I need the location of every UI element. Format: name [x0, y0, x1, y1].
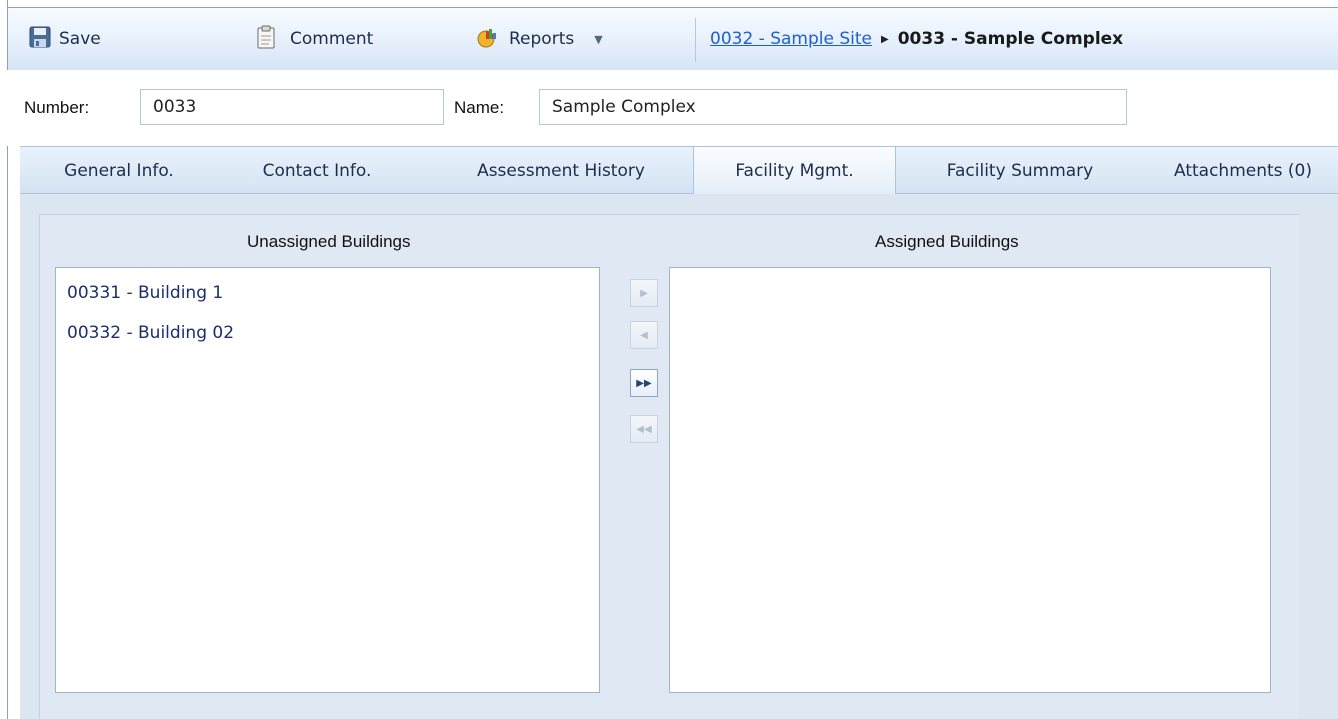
name-value: Sample Complex [552, 97, 696, 117]
list-item[interactable]: 00331 - Building 1 [67, 283, 223, 303]
save-button[interactable]: Save [29, 8, 101, 70]
reports-label: Reports [509, 29, 575, 49]
name-label: Name: [454, 98, 505, 117]
move-left-button[interactable]: ◀ [630, 321, 658, 349]
number-field[interactable]: 0033 [140, 89, 444, 125]
name-field[interactable]: Sample Complex [539, 89, 1127, 125]
tab-label: Contact Info. [262, 160, 372, 181]
move-all-left-button[interactable]: ◀◀ [630, 415, 658, 443]
breadcrumb-arrow-icon: ▶ [881, 33, 889, 45]
toolbar: Save Comment Reports ▼ 0032 - Sample Sit… [8, 8, 1338, 71]
tab-attachments[interactable]: Attachments (0) [1160, 147, 1338, 194]
list-item[interactable]: 00332 - Building 02 [67, 323, 234, 343]
breadcrumb-parent-link[interactable]: 0032 - Sample Site [710, 29, 872, 49]
tab-general-info[interactable]: General Info. [20, 147, 218, 194]
tab-label: Facility Mgmt. [735, 161, 854, 181]
tab-bar: General Info. Contact Info. Assessment H… [20, 146, 1338, 195]
move-all-right-button[interactable]: ▶▶ [630, 369, 658, 397]
tab-label: Assessment History [477, 160, 645, 181]
comment-label: Comment [290, 29, 374, 49]
save-label: Save [59, 29, 101, 49]
toolbar-separator [695, 18, 696, 62]
reports-button[interactable]: Reports ▼ [475, 8, 603, 70]
breadcrumb-current: 0033 - Sample Complex [897, 29, 1124, 49]
facility-mgmt-panel: Unassigned Buildings Assigned Buildings … [39, 214, 1299, 719]
chevron-down-icon[interactable]: ▼ [594, 33, 602, 46]
unassigned-buildings-title: Unassigned Buildings [247, 232, 411, 251]
double-arrow-right-icon: ▶▶ [636, 377, 652, 389]
tab-content: Unassigned Buildings Assigned Buildings … [20, 194, 1338, 719]
number-value: 0033 [153, 97, 197, 117]
tab-label: Attachments (0) [1174, 160, 1313, 181]
breadcrumb: 0032 - Sample Site ▶ 0033 - Sample Compl… [710, 8, 1123, 70]
unassigned-buildings-list[interactable]: 00331 - Building 1 00332 - Building 02 [55, 267, 600, 693]
tab-contact-info[interactable]: Contact Info. [227, 147, 407, 194]
tab-label: General Info. [64, 160, 174, 181]
tab-facility-summary[interactable]: Facility Summary [910, 147, 1130, 194]
assigned-buildings-list[interactable] [669, 267, 1271, 693]
comment-button[interactable]: Comment [256, 8, 373, 70]
double-arrow-left-icon: ◀◀ [636, 423, 652, 435]
save-icon [29, 26, 51, 53]
reports-icon [475, 26, 501, 53]
move-right-button[interactable]: ▶ [630, 279, 658, 307]
header-fields: Number: 0033 Name: Sample Complex [0, 70, 1338, 146]
number-label: Number: [24, 98, 90, 117]
clipboard-icon [256, 25, 276, 54]
assigned-buildings-title: Assigned Buildings [875, 232, 1019, 251]
tab-label: Facility Summary [946, 160, 1094, 181]
tab-facility-mgmt[interactable]: Facility Mgmt. [693, 146, 896, 195]
arrow-right-icon: ▶ [640, 287, 648, 299]
tab-assessment-history[interactable]: Assessment History [433, 147, 689, 194]
arrow-left-icon: ◀ [640, 329, 648, 341]
